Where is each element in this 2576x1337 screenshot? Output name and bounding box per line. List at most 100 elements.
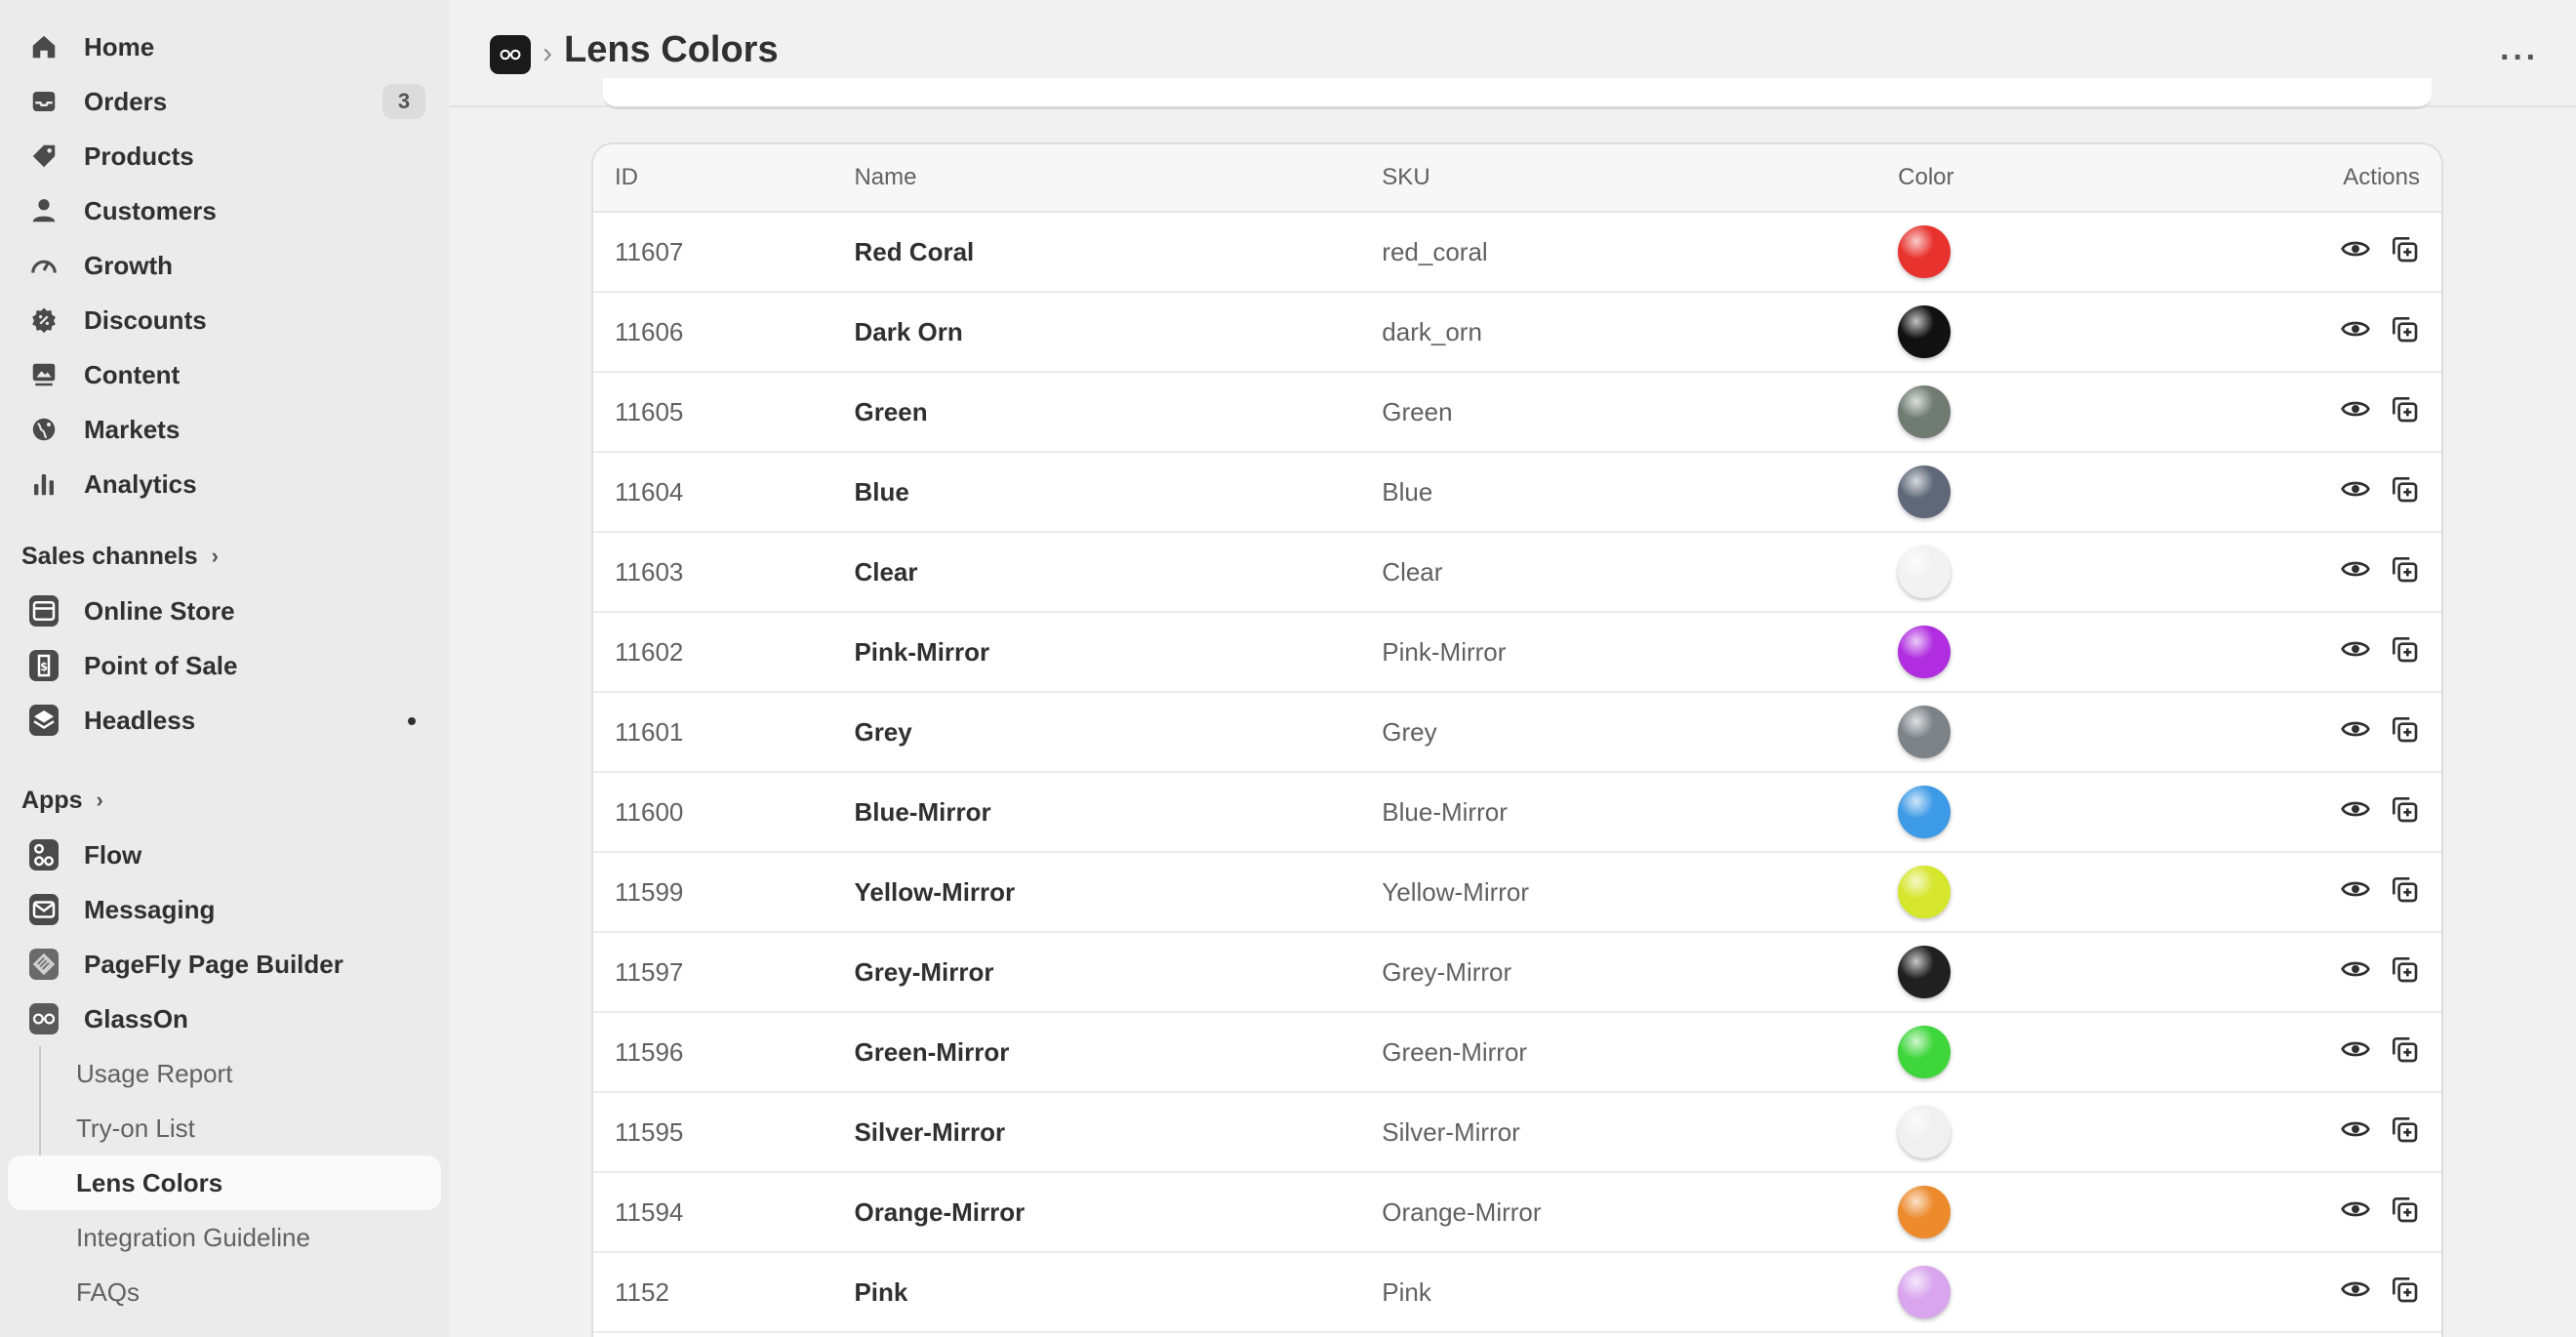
cell-color [1898, 1026, 2248, 1078]
duplicate-icon[interactable] [2389, 393, 2420, 431]
view-icon[interactable] [2340, 553, 2371, 591]
cell-name: Pink [854, 1276, 908, 1307]
duplicate-icon[interactable] [2389, 1033, 2420, 1072]
sidebar-item-point-of-sale[interactable]: $ Point of Sale [8, 638, 441, 693]
cell-actions [2248, 953, 2441, 992]
duplicate-icon[interactable] [2389, 1194, 2420, 1232]
cell-sku: Grey-Mirror [1382, 956, 1512, 987]
table-row[interactable]: 11597 Grey-Mirror Grey-Mirror [593, 933, 2441, 1013]
glasson-logo-icon[interactable] [490, 35, 531, 74]
cell-name: Grey [854, 716, 912, 747]
view-icon[interactable] [2340, 1194, 2371, 1232]
view-icon[interactable] [2340, 1033, 2371, 1072]
sidebar-item-customers[interactable]: Customers [8, 183, 441, 238]
table-row[interactable]: 11595 Silver-Mirror Silver-Mirror [593, 1093, 2441, 1173]
column-header-color: Color [1898, 164, 1954, 190]
cell-sku: Orange-Mirror [1382, 1196, 1542, 1227]
sidebar-item-analytics[interactable]: Analytics [8, 457, 441, 511]
table-row[interactable]: 11602 Pink-Mirror Pink-Mirror [593, 613, 2441, 693]
glasses-icon [29, 1003, 59, 1034]
duplicate-icon[interactable] [2389, 233, 2420, 271]
view-icon[interactable] [2340, 793, 2371, 831]
sidebar-item-products[interactable]: Products [8, 129, 441, 183]
table-row[interactable]: 11604 Blue Blue [593, 453, 2441, 533]
table-row[interactable]: 11605 Green Green [593, 373, 2441, 453]
sidebar-item-markets[interactable]: Markets [8, 402, 441, 457]
table-row[interactable]: 11600 Blue-Mirror Blue-Mirror [593, 773, 2441, 853]
table-row[interactable]: 11596 Green-Mirror Green-Mirror [593, 1013, 2441, 1093]
view-icon[interactable] [2340, 393, 2371, 431]
view-icon[interactable] [2340, 953, 2371, 992]
view-icon[interactable] [2340, 633, 2371, 671]
cell-sku: Blue [1382, 476, 1433, 506]
cell-id: 11607 [615, 236, 684, 266]
store-icon [29, 595, 59, 627]
duplicate-icon[interactable] [2389, 633, 2420, 671]
view-icon[interactable] [2340, 473, 2371, 511]
table-row[interactable]: 11606 Dark Orn dark_orn [593, 293, 2441, 373]
color-swatch [1898, 1266, 1952, 1318]
sidebar-subitem-lens-colors[interactable]: Lens Colors [8, 1155, 441, 1210]
sidebar-item-label: Online Store [84, 595, 235, 626]
cell-color [1898, 706, 2248, 758]
tag-icon [29, 142, 59, 171]
duplicate-icon[interactable] [2389, 553, 2420, 591]
duplicate-icon[interactable] [2389, 1274, 2420, 1312]
duplicate-icon[interactable] [2389, 1114, 2420, 1152]
sidebar-item-online-store[interactable]: Online Store [8, 584, 441, 638]
sidebar-item-label: GlassOn [84, 1003, 188, 1033]
status-dot [408, 717, 416, 725]
view-icon[interactable] [2340, 873, 2371, 912]
sidebar-item-orders[interactable]: Orders 3 [8, 74, 441, 129]
sidebar-subitem-usage-report[interactable]: Usage Report [8, 1046, 441, 1101]
duplicate-icon[interactable] [2389, 473, 2420, 511]
duplicate-icon[interactable] [2389, 873, 2420, 912]
view-icon[interactable] [2340, 1274, 2371, 1312]
sidebar-subitem-faqs[interactable]: FAQs [8, 1265, 441, 1319]
table-row[interactable]: 11594 Orange-Mirror Orange-Mirror [593, 1173, 2441, 1253]
sidebar-item-messaging[interactable]: Messaging [8, 882, 441, 937]
pagefly-icon [29, 949, 59, 980]
view-icon[interactable] [2340, 713, 2371, 751]
cell-color [1898, 305, 2248, 358]
more-actions-button[interactable]: ··· [2500, 39, 2539, 77]
sidebar-item-label: Customers [84, 195, 217, 225]
duplicate-icon[interactable] [2389, 953, 2420, 992]
apps-heading[interactable]: Apps › [8, 773, 441, 828]
sidebar-item-glasson[interactable]: GlassOn [8, 992, 441, 1046]
color-swatch [1898, 1106, 1952, 1158]
sidebar-item-headless[interactable]: Headless [8, 693, 441, 748]
sidebar: Home Orders 3 Products Customers Growth … [0, 0, 449, 1337]
sidebar-item-flow[interactable]: Flow [8, 828, 441, 882]
sidebar-subitem-try-on-list[interactable]: Try-on List [8, 1101, 441, 1155]
sidebar-subitem-integration-guideline[interactable]: Integration Guideline [8, 1210, 441, 1265]
sales-channels-heading[interactable]: Sales channels › [8, 529, 441, 584]
sidebar-item-growth[interactable]: Growth [8, 238, 441, 293]
color-swatch [1898, 1026, 1952, 1078]
table-row[interactable]: 1152 Pink Pink [593, 1253, 2441, 1333]
sidebar-item-home[interactable]: Home [8, 20, 441, 74]
duplicate-icon[interactable] [2389, 313, 2420, 351]
table-row[interactable]: 11599 Yellow-Mirror Yellow-Mirror [593, 853, 2441, 933]
duplicate-icon[interactable] [2389, 713, 2420, 751]
cell-sku: Clear [1382, 556, 1443, 587]
cell-actions [2248, 553, 2441, 591]
duplicate-icon[interactable] [2389, 793, 2420, 831]
table-row[interactable]: 11603 Clear Clear [593, 533, 2441, 613]
breadcrumb-separator: › [543, 37, 552, 69]
table-row[interactable]: 11607 Red Coral red_coral [593, 213, 2441, 293]
sidebar-item-pagefly[interactable]: PageFly Page Builder [8, 937, 441, 992]
sidebar-item-label: Products [84, 141, 194, 171]
cell-actions [2248, 1033, 2441, 1072]
cell-color [1898, 546, 2248, 598]
sidebar-item-discounts[interactable]: Discounts [8, 293, 441, 347]
view-icon[interactable] [2340, 233, 2371, 271]
view-icon[interactable] [2340, 1114, 2371, 1152]
color-swatch [1898, 225, 1952, 278]
cell-actions [2248, 1194, 2441, 1232]
cell-name: Pink-Mirror [854, 636, 990, 667]
view-icon[interactable] [2340, 313, 2371, 351]
sidebar-item-content[interactable]: Content [8, 347, 441, 402]
clipped-card [603, 78, 2432, 109]
table-row[interactable]: 11601 Grey Grey [593, 693, 2441, 773]
